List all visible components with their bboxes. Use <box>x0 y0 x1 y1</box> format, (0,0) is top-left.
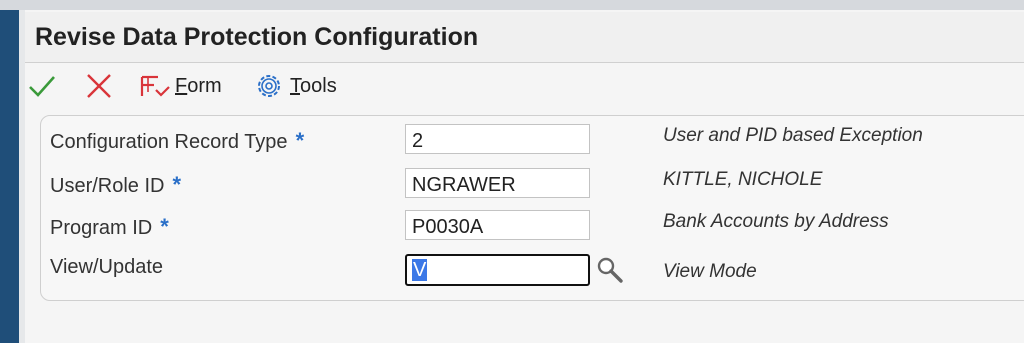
selected-text: V <box>412 259 428 281</box>
required-indicator: * <box>172 172 182 197</box>
toolbar: Form Tools <box>25 63 1024 109</box>
view-update-input[interactable]: V <box>405 254 590 286</box>
config-record-type-label: Configuration Record Type * <box>50 128 305 153</box>
ok-button[interactable] <box>27 71 57 101</box>
tools-menu-label: Tools <box>290 74 337 97</box>
close-icon <box>87 74 111 98</box>
top-strip <box>0 0 1024 10</box>
form-menu-label: Form <box>175 74 222 97</box>
visual-assist-button[interactable] <box>595 255 625 285</box>
check-icon <box>29 76 55 97</box>
required-indicator: * <box>295 128 305 153</box>
program-id-input[interactable] <box>405 210 590 240</box>
cancel-button[interactable] <box>84 71 114 101</box>
gear-icon <box>258 75 280 97</box>
user-role-id-input[interactable] <box>405 168 590 198</box>
config-record-type-input[interactable] <box>405 124 590 154</box>
view-update-description: View Mode <box>663 261 757 282</box>
title-bar: Revise Data Protection Configuration <box>25 12 1024 63</box>
user-role-id-label: User/Role ID * <box>50 172 182 197</box>
required-indicator: * <box>160 214 169 239</box>
page-title: Revise Data Protection Configuration <box>35 23 479 51</box>
form-menu-button[interactable]: Form <box>137 71 222 101</box>
program-id-description: Bank Accounts by Address <box>663 211 889 232</box>
tools-menu-button[interactable]: Tools <box>254 71 337 101</box>
config-record-type-description: User and PID based Exception <box>663 125 923 146</box>
left-nav-bar <box>0 10 19 343</box>
view-update-label: View/Update <box>50 256 164 278</box>
form-icon <box>140 75 170 97</box>
search-icon <box>597 257 623 283</box>
program-id-label: Program ID * <box>50 214 169 239</box>
user-role-id-description: KITTLE, NICHOLE <box>663 169 823 190</box>
